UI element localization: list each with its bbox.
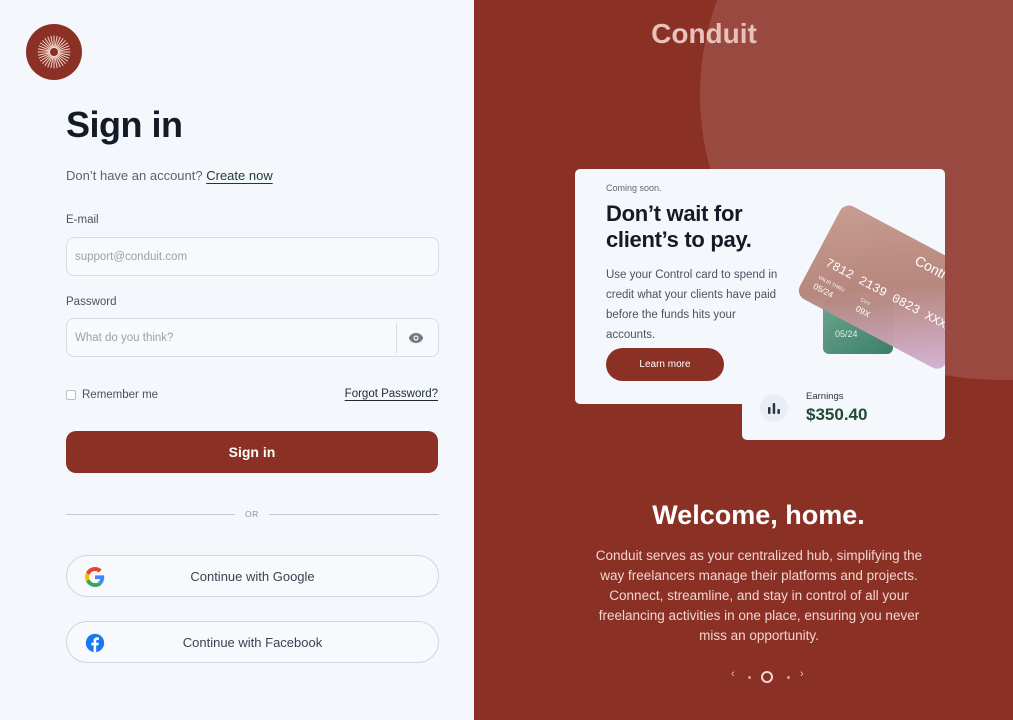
email-field[interactable]	[67, 238, 438, 275]
no-account-text: Don’t have an account?	[66, 168, 203, 183]
eye-icon[interactable]	[408, 331, 424, 345]
welcome-description: Conduit serves as your centralized hub, …	[595, 548, 923, 643]
bar-chart-icon	[760, 394, 788, 422]
or-line-left	[66, 514, 235, 515]
carousel-dot-active[interactable]	[761, 671, 773, 683]
signin-panel: Sign in Don’t have an account? Create no…	[0, 0, 474, 720]
coming-soon-text: Coming soon.	[606, 183, 662, 193]
earnings-value: $350.40	[806, 405, 868, 424]
facebook-label: Continue with Facebook	[182, 634, 323, 650]
carousel-dot[interactable]	[748, 676, 751, 679]
carousel-controls: ‹ ›	[728, 668, 808, 686]
facebook-icon	[85, 633, 105, 653]
promo-headline: Don’t wait for client’s to pay.	[606, 201, 752, 252]
google-signin-button[interactable]: Continue with Google	[66, 555, 439, 597]
carousel-dot[interactable]	[787, 676, 790, 679]
facebook-signin-button[interactable]: Continue with Facebook	[66, 621, 439, 663]
promo-description: Use your Control card to spend in credit…	[606, 269, 778, 341]
password-field[interactable]	[67, 319, 397, 356]
sunburst-logo-icon	[26, 24, 82, 80]
email-label: E-mail	[66, 214, 99, 226]
or-text: OR	[245, 509, 259, 519]
password-label: Password	[66, 296, 117, 308]
forgot-password-link[interactable]: Forgot Password?	[345, 388, 438, 400]
welcome-title: Welcome, home.	[652, 500, 865, 530]
google-icon	[85, 567, 105, 587]
page-title: Sign in	[66, 104, 183, 145]
earnings-card: Earnings $350.40	[742, 374, 945, 440]
signup-prompt: Don’t have an account? Create now	[66, 168, 273, 183]
promo-card: Coming soon. Don’t wait for client’s to …	[575, 169, 945, 404]
learn-more-button[interactable]: Learn more	[606, 348, 724, 381]
remember-label: Remember me	[82, 389, 159, 401]
or-line-right	[269, 514, 439, 515]
google-label: Continue with Google	[190, 568, 315, 584]
earnings-label: Earnings	[806, 391, 844, 402]
hero-panel: Conduit Coming soon. Don’t wait for clie…	[474, 0, 1013, 720]
or-divider: OR	[66, 508, 439, 522]
password-divider	[396, 323, 397, 353]
carousel-next-button[interactable]: ›	[800, 668, 804, 680]
card-back-expiry: 05/24	[835, 329, 858, 339]
email-field-wrapper	[66, 237, 439, 276]
carousel-prev-button[interactable]: ‹	[731, 668, 735, 680]
signin-button[interactable]: Sign in	[66, 431, 438, 473]
create-account-link[interactable]: Create now	[206, 168, 272, 183]
credit-card-illustration: 05/24 Control 7812 2139 0823 XXXX VALID …	[798, 205, 945, 369]
brand-name: Conduit	[651, 18, 757, 49]
remember-checkbox[interactable]	[66, 390, 76, 400]
remember-me[interactable]: Remember me	[66, 389, 158, 401]
password-field-wrapper	[66, 318, 439, 357]
